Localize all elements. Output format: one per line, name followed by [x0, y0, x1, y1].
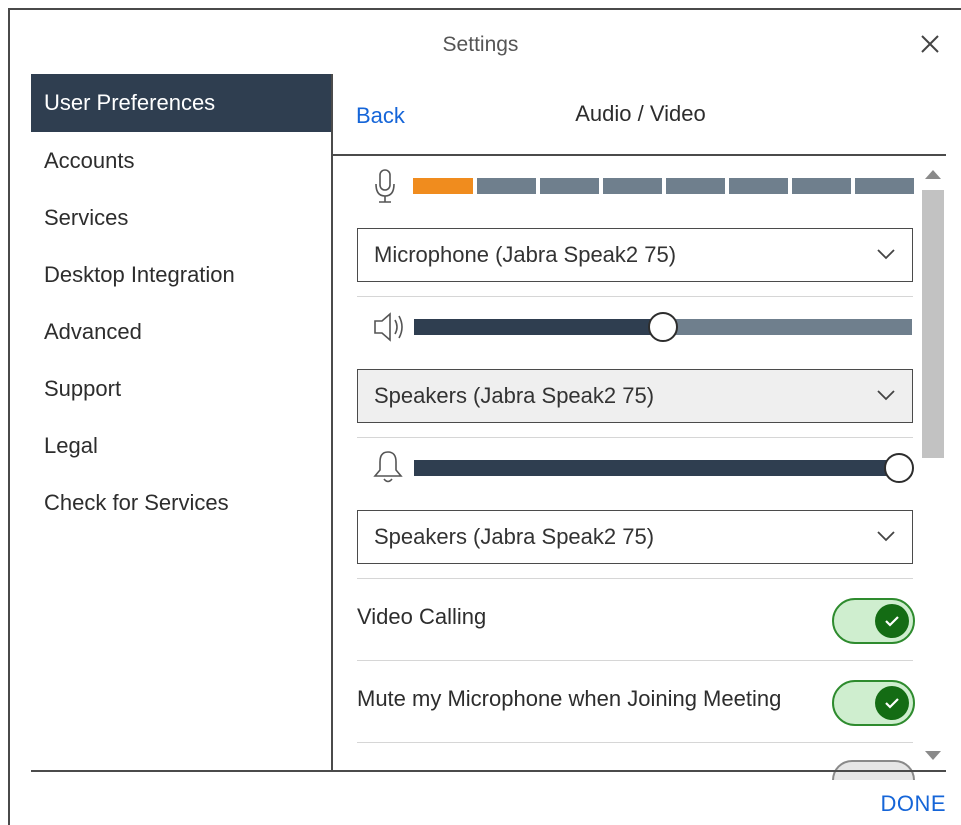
sidebar-item-user-preferences[interactable]: User Preferences — [31, 74, 331, 132]
mic-level-segment — [603, 178, 662, 194]
sidebar-divider — [331, 74, 333, 772]
toggle-knob — [875, 686, 909, 720]
scrollbar-thumb[interactable] — [922, 190, 944, 458]
window-border-left — [8, 8, 10, 825]
ringer-volume-fill — [414, 460, 912, 476]
chevron-down-icon — [877, 249, 895, 260]
mute-on-join-label: Mute my Microphone when Joining Meeting — [357, 686, 782, 711]
mic-level-segment — [540, 178, 599, 194]
panel-title: Audio / Video — [575, 101, 706, 126]
microphone-select-value: Microphone (Jabra Speak2 75) — [374, 242, 677, 267]
mic-level-segment — [477, 178, 536, 194]
mute-on-join-toggle[interactable] — [832, 680, 915, 726]
checkmark-icon — [885, 616, 899, 627]
mic-level-segment — [855, 178, 914, 194]
section-divider — [357, 437, 913, 438]
settings-sidebar: User Preferences Accounts Services Deskt… — [31, 74, 331, 531]
microphone-select[interactable]: Microphone (Jabra Speak2 75) — [357, 228, 913, 282]
speakers-select-value: Speakers (Jabra Speak2 75) — [374, 383, 655, 408]
toggle-knob — [875, 604, 909, 638]
microphone-icon — [375, 169, 395, 203]
ringer-volume-slider[interactable] — [414, 453, 914, 483]
close-icon — [921, 35, 939, 53]
speaker-volume-handle[interactable] — [648, 312, 678, 342]
ringer-select-value: Speakers (Jabra Speak2 75) — [374, 524, 655, 549]
speaker-volume-fill — [414, 319, 663, 335]
speakers-select[interactable]: Speakers (Jabra Speak2 75) — [357, 369, 913, 423]
sidebar-item-services[interactable]: Services — [31, 189, 331, 246]
video-calling-label: Video Calling — [357, 604, 487, 629]
sidebar-item-desktop-integration[interactable]: Desktop Integration — [31, 246, 331, 303]
microphone-level-meter — [413, 178, 914, 194]
mic-level-segment — [666, 178, 725, 194]
section-divider — [357, 296, 913, 297]
ringer-select[interactable]: Speakers (Jabra Speak2 75) — [357, 510, 913, 564]
sidebar-item-advanced[interactable]: Advanced — [31, 303, 331, 360]
section-divider — [357, 578, 913, 579]
footer-divider — [31, 770, 946, 772]
section-divider — [357, 660, 913, 661]
header-divider — [333, 154, 946, 156]
close-button[interactable] — [919, 28, 945, 58]
checkmark-icon — [885, 698, 899, 709]
sidebar-item-accounts[interactable]: Accounts — [31, 132, 331, 189]
chevron-down-icon — [877, 531, 895, 542]
sidebar-item-check-for-services[interactable]: Check for Services — [31, 474, 331, 531]
mic-level-segment — [413, 178, 473, 194]
bell-icon — [373, 451, 403, 483]
video-calling-toggle[interactable] — [832, 598, 915, 644]
sidebar-item-support[interactable]: Support — [31, 360, 331, 417]
ringer-volume-handle[interactable] — [884, 453, 914, 483]
mic-level-segment — [729, 178, 788, 194]
chevron-down-icon — [877, 390, 895, 401]
mic-level-segment — [792, 178, 851, 194]
speaker-volume-slider[interactable] — [414, 312, 912, 342]
scroll-down-arrow-icon[interactable] — [922, 748, 944, 764]
sidebar-item-legal[interactable]: Legal — [31, 417, 331, 474]
speaker-volume-icon — [374, 312, 403, 342]
section-divider — [357, 742, 913, 743]
done-button[interactable]: DONE — [880, 791, 946, 817]
window-title: Settings — [442, 33, 519, 56]
scroll-up-arrow-icon[interactable] — [922, 166, 944, 182]
window-border-top — [8, 8, 961, 10]
